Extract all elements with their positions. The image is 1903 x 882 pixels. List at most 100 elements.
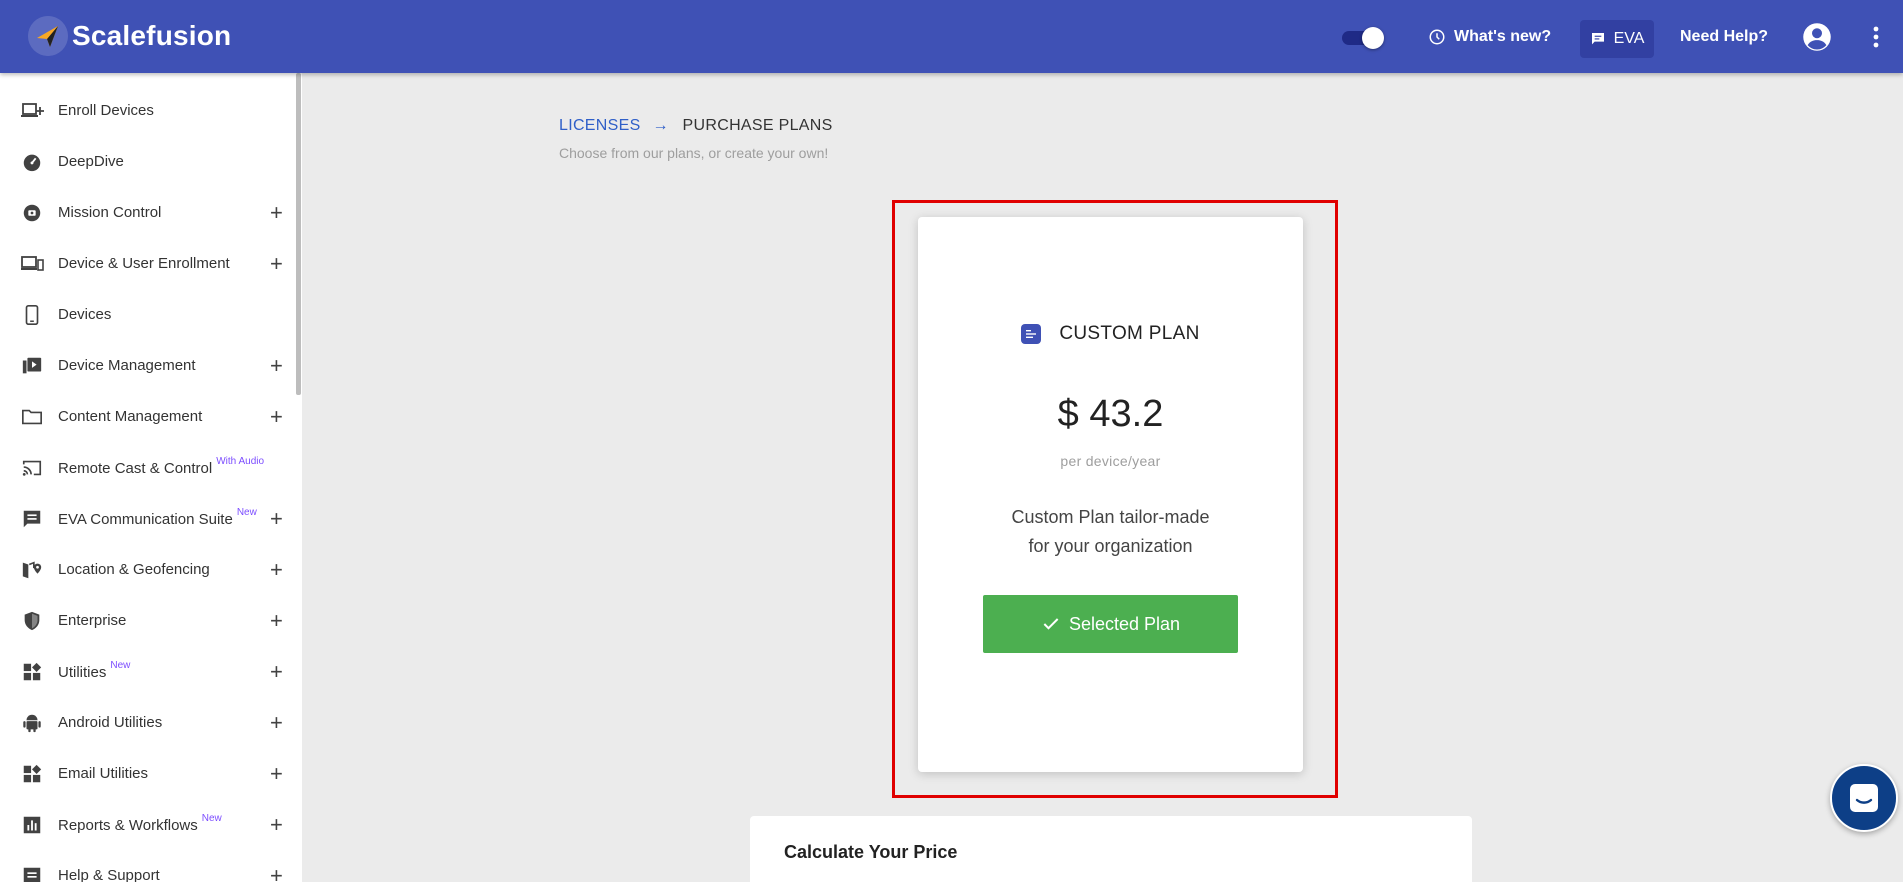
selected-plan-button[interactable]: Selected Plan (983, 595, 1238, 653)
sidebar-item-label: Utilities New (58, 659, 131, 681)
expand-plus-icon[interactable]: + (270, 253, 283, 275)
selected-plan-label: Selected Plan (1068, 613, 1181, 634)
sidebar-item-help-support[interactable]: Help & Support + (0, 850, 296, 882)
sidebar-item-label: DeepDive (58, 153, 124, 170)
sidebar-item-remote-cast[interactable]: Remote Cast & Control With Audio (0, 442, 296, 493)
plan-description-line-1: Custom Plan tailor-made (1011, 507, 1210, 527)
eva-label: EVA (1613, 30, 1645, 47)
whats-new-label: What's new? (1454, 27, 1552, 45)
need-help-label: Need Help? (1680, 27, 1769, 45)
sidebar-item-device-user-enrollment[interactable]: Device & User Enrollment + (0, 238, 296, 289)
sidebar-item-text: Reports & Workflows (58, 816, 198, 834)
plan-list-icon (1021, 324, 1042, 344)
expand-plus-icon[interactable]: + (270, 202, 283, 224)
help-icon (20, 864, 44, 882)
expand-plus-icon[interactable]: + (270, 763, 283, 785)
toggle-knob (1362, 27, 1384, 49)
account-icon[interactable] (1802, 22, 1832, 57)
sidebar-item-utilities[interactable]: Utilities New + (0, 646, 296, 697)
new-badge: New (236, 506, 257, 518)
sidebar-item-deepdive[interactable]: DeepDive (0, 136, 296, 187)
breadcrumb-arrow-icon: → (652, 117, 669, 134)
phone-icon (20, 303, 44, 327)
sidebar-item-mission-control[interactable]: Mission Control + (0, 187, 296, 238)
sidebar-item-label: Location & Geofencing (58, 561, 210, 578)
expand-plus-icon[interactable]: + (270, 406, 283, 428)
sidebar-item-label: Help & Support (58, 867, 160, 882)
expand-plus-icon[interactable]: + (270, 814, 283, 836)
sidebar-item-label: Mission Control (58, 204, 162, 221)
sidebar-item-enroll-devices[interactable]: Enroll Devices (0, 85, 296, 136)
sidebar-item-text: Utilities (58, 663, 107, 681)
sidebar-item-text: Remote Cast & Control (58, 459, 213, 477)
new-badge: New (110, 659, 131, 671)
expand-plus-icon[interactable]: + (270, 508, 283, 530)
plan-header: CUSTOM PLAN (918, 323, 1303, 345)
plan-name: CUSTOM PLAN (1059, 323, 1200, 344)
expand-plus-icon[interactable]: + (270, 355, 283, 377)
sidebar-item-device-management[interactable]: Device Management + (0, 340, 296, 391)
sidebar-item-devices[interactable]: Devices (0, 289, 296, 340)
calculate-price-card: Calculate Your Price (750, 816, 1472, 882)
sidebar-item-label: Email Utilities (58, 765, 149, 782)
calculate-price-title: Calculate Your Price (784, 842, 958, 862)
sidebar-item-email-utilities[interactable]: Email Utilities + (0, 748, 296, 799)
sidebar-item-label: Content Management (58, 408, 203, 425)
more-vert-icon[interactable] (1872, 25, 1880, 54)
sidebar-item-label: Remote Cast & Control With Audio (58, 455, 265, 477)
clock-icon (1429, 29, 1445, 44)
plan-price: $ 43.2 (1057, 393, 1164, 435)
sidebar-item-text: EVA Communication Suite (58, 510, 233, 528)
cast-icon (20, 456, 44, 480)
sidebar-item-label: Android Utilities (58, 714, 163, 731)
plan-description-line-2: for your organization (1028, 536, 1193, 556)
sidebar-item-reports-workflows[interactable]: Reports & Workflows New + (0, 799, 296, 850)
eva-button[interactable]: EVA (1580, 20, 1654, 58)
sidebar-item-label: Enroll Devices (58, 102, 154, 119)
expand-plus-icon[interactable]: + (270, 610, 283, 632)
with-audio-badge: With Audio (216, 455, 265, 467)
shield-icon (20, 609, 44, 633)
sidebar-scrollbar[interactable] (296, 73, 301, 395)
expand-plus-icon[interactable]: + (270, 661, 283, 683)
plan-description: Custom Plan tailor-made for your organiz… (918, 503, 1303, 561)
theme-toggle[interactable] (1342, 26, 1384, 49)
sidebar: Enroll Devices DeepDive Mission Control … (0, 73, 302, 882)
expand-plus-icon[interactable]: + (270, 865, 283, 882)
sidebar-item-content-management[interactable]: Content Management + (0, 391, 296, 442)
whats-new-link[interactable]: What's new? (1428, 0, 1551, 73)
chat-icon (20, 507, 44, 531)
devices-icon (20, 252, 44, 276)
breadcrumb-licenses-link[interactable]: LICENSES (559, 117, 641, 135)
expand-plus-icon[interactable]: + (270, 559, 283, 581)
mission-control-icon (20, 201, 44, 225)
widgets-icon (20, 762, 44, 786)
expand-plus-icon[interactable]: + (270, 712, 283, 734)
widgets-icon (20, 660, 44, 684)
sidebar-item-location-geofencing[interactable]: Location & Geofencing + (0, 544, 296, 595)
enroll-devices-icon (20, 99, 44, 123)
sidebar-item-label: Device Management (58, 357, 196, 374)
sidebar-item-label: EVA Communication Suite New (58, 506, 257, 528)
top-bar: Scalefusion What's new? EVA Need Help? (0, 0, 1903, 73)
folder-icon (20, 405, 44, 429)
sidebar-item-label: Device & User Enrollment (58, 255, 230, 272)
brand-logo[interactable]: Scalefusion (28, 16, 231, 56)
custom-plan-card[interactable]: CUSTOM PLAN $ 43.2 per device/year Custo… (918, 217, 1303, 772)
sidebar-item-label: Devices (58, 306, 112, 323)
sidebar-item-enterprise[interactable]: Enterprise + (0, 595, 296, 646)
sidebar-item-android-utilities[interactable]: Android Utilities + (0, 697, 296, 748)
page-subtitle: Choose from our plans, or create your ow… (559, 145, 829, 161)
breadcrumb: LICENSES → PURCHASE PLANS (559, 117, 833, 135)
brand-name: Scalefusion (72, 20, 232, 51)
check-icon (1043, 618, 1059, 630)
chat-bubble-icon (1850, 784, 1878, 812)
scalefusion-logo-icon (28, 16, 68, 56)
new-badge: New (201, 812, 222, 824)
sidebar-item-eva-communication[interactable]: EVA Communication Suite New + (0, 493, 296, 544)
sidebar-item-label: Enterprise (58, 612, 127, 629)
need-help-link[interactable]: Need Help? (1680, 0, 1768, 73)
plan-price-unit: per device/year (1060, 453, 1161, 469)
speedometer-icon (20, 150, 44, 174)
chat-support-button[interactable] (1830, 764, 1898, 832)
